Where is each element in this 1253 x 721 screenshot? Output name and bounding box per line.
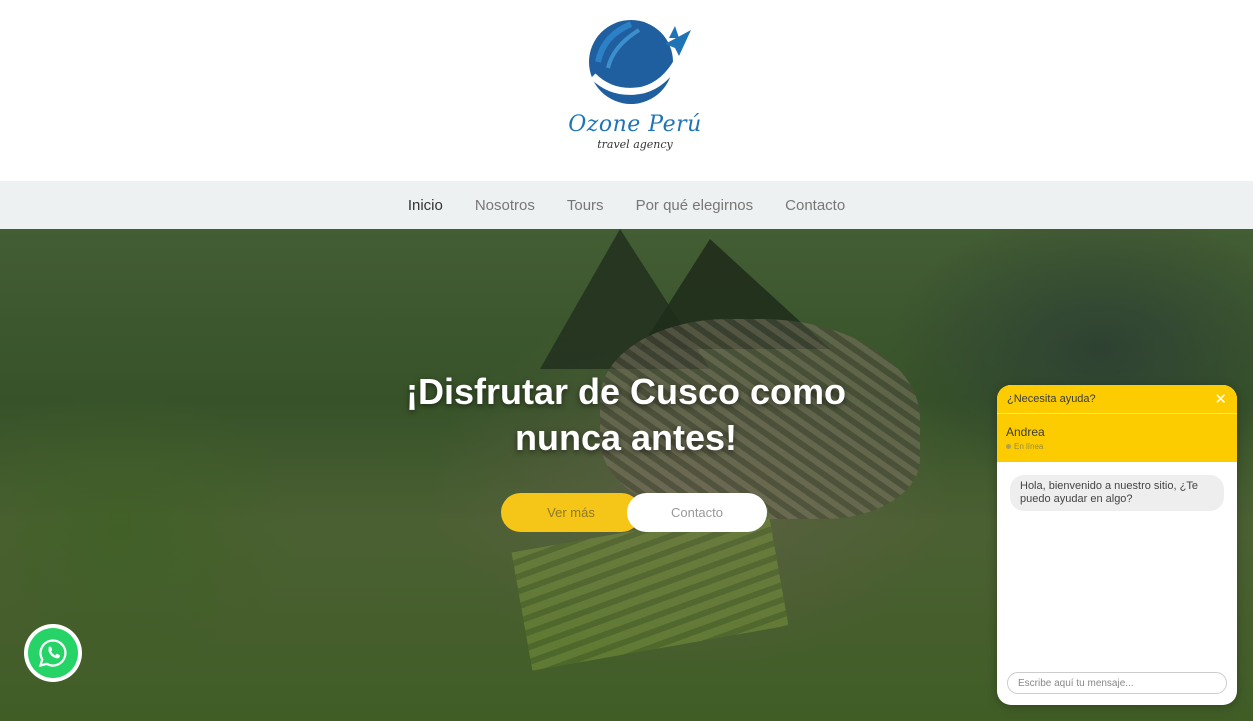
site-logo[interactable]: Ozone Perú travel agency bbox=[555, 14, 715, 159]
whatsapp-badge bbox=[28, 628, 78, 678]
chat-header-divider bbox=[997, 413, 1237, 414]
brand-name: Ozone Perú bbox=[568, 112, 702, 137]
chat-agent-status: En línea bbox=[1006, 442, 1043, 451]
ver-mas-button[interactable]: Ver más bbox=[501, 493, 641, 532]
contacto-button[interactable]: Contacto bbox=[627, 493, 767, 532]
chat-message-bubble: Hola, bienvenido a nuestro sitio, ¿Te pu… bbox=[1010, 475, 1224, 511]
chat-header-question: ¿Necesita ayuda? bbox=[1007, 393, 1096, 405]
hero-title: ¡Disfrutar de Cusco como nunca antes! bbox=[356, 369, 896, 461]
chat-header: ¿Necesita ayuda? ✕ Andrea En línea bbox=[997, 385, 1237, 462]
close-icon[interactable]: ✕ bbox=[1214, 390, 1227, 408]
whatsapp-button[interactable] bbox=[24, 624, 82, 682]
brand-tagline: travel agency bbox=[597, 138, 673, 151]
nav-item-inicio[interactable]: Inicio bbox=[408, 197, 443, 214]
hero-title-line1: ¡Disfrutar de Cusco como bbox=[405, 371, 847, 412]
chat-widget: ¿Necesita ayuda? ✕ Andrea En línea Hola,… bbox=[997, 385, 1237, 705]
main-nav: Inicio Nosotros Tours Por qué elegirnos … bbox=[0, 181, 1253, 229]
globe-plane-icon bbox=[589, 20, 691, 104]
nav-item-nosotros[interactable]: Nosotros bbox=[475, 197, 535, 214]
whatsapp-icon bbox=[38, 639, 67, 668]
nav-item-por-que-elegirnos[interactable]: Por qué elegirnos bbox=[636, 197, 754, 214]
chat-agent-status-text: En línea bbox=[1014, 442, 1044, 451]
chat-message-input[interactable] bbox=[1007, 672, 1227, 694]
nav-item-tours[interactable]: Tours bbox=[567, 197, 604, 214]
site-header: Ozone Perú travel agency bbox=[0, 0, 1253, 181]
chat-agent-name: Andrea bbox=[1006, 425, 1045, 439]
hero-title-line2: nunca antes! bbox=[514, 417, 738, 458]
nav-item-contacto[interactable]: Contacto bbox=[785, 197, 845, 214]
status-dot-icon bbox=[1006, 444, 1011, 449]
